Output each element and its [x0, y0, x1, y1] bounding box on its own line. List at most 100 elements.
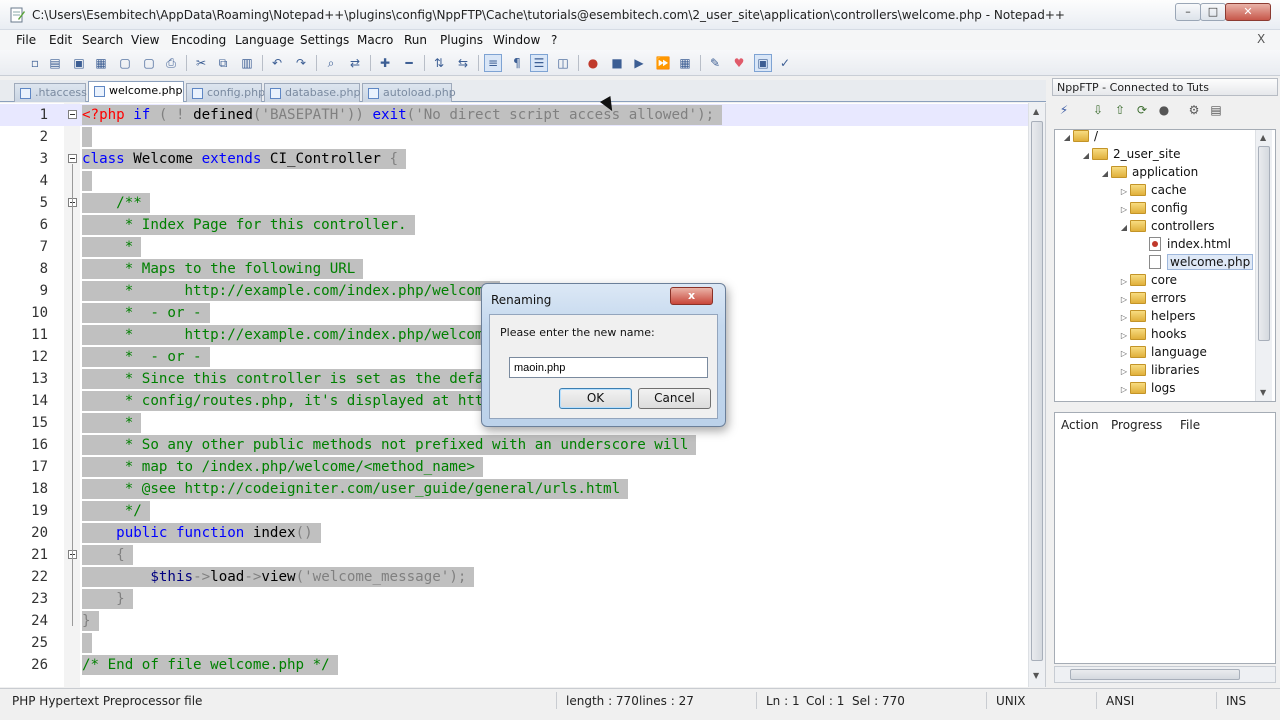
code-line[interactable]: 23 } [0, 588, 1030, 610]
zoom-in-icon[interactable]: ✚ [376, 54, 394, 72]
code-line[interactable]: 3 class Welcome extends CI_Controller { [0, 148, 1030, 170]
undo-icon[interactable]: ↶ [268, 54, 286, 72]
editor-vertical-scrollbar[interactable]: ▲ ▼ [1028, 103, 1045, 687]
queue-header-progress[interactable]: Progress [1111, 418, 1162, 432]
tree-item[interactable]: ▷ language [1118, 343, 1207, 361]
indent-guide-icon[interactable]: ☰ [530, 54, 548, 72]
tree-item[interactable]: ▷ logs [1118, 379, 1176, 397]
code-line[interactable]: 16 * So any other public methods not pre… [0, 434, 1030, 456]
close-document-icon[interactable]: X [1257, 32, 1265, 46]
code-line[interactable]: 21 { [0, 544, 1030, 566]
scroll-down-icon[interactable]: ▼ [1033, 671, 1039, 680]
menu-edit[interactable]: Edit [49, 33, 72, 47]
menu-file[interactable]: File [16, 33, 36, 47]
menu-language[interactable]: Language [235, 33, 294, 47]
tab-autoload-php[interactable]: autoload.php [362, 83, 456, 102]
plugin-icon[interactable]: ✎ [706, 54, 724, 72]
code-line[interactable]: 17 * map to /index.php/welcome/<method_n… [0, 456, 1030, 478]
fold-toggle-icon[interactable] [68, 110, 77, 119]
tree-item[interactable]: ◢ application [1099, 163, 1198, 181]
copy-icon[interactable]: ⧉ [214, 54, 232, 72]
menu-macro[interactable]: Macro [357, 33, 393, 47]
code-line[interactable]: 19 */ [0, 500, 1030, 522]
expanded-arrow-icon[interactable]: ◢ [1061, 130, 1073, 147]
doc-map-icon[interactable]: ◫ [554, 54, 572, 72]
tree-item[interactable]: ▷ core [1118, 271, 1177, 289]
tree-item[interactable]: ◢ controllers [1118, 217, 1215, 235]
new-file-icon[interactable]: ▫ [26, 54, 44, 72]
code-line[interactable]: 22 $this->load->view('welcome_message'); [0, 566, 1030, 588]
code-line[interactable]: 2 [0, 126, 1030, 148]
tree-item[interactable]: ▷ helpers [1118, 307, 1196, 325]
tree-item[interactable]: ▷ cache [1118, 181, 1187, 199]
record-macro-icon[interactable]: ● [584, 54, 602, 72]
cancel-button[interactable]: Cancel [638, 388, 711, 409]
menu-settings[interactable]: Settings [300, 33, 349, 47]
code-line[interactable]: 1 <?php if ( ! defined('BASEPATH')) exit(… [0, 104, 1030, 126]
menu-encoding[interactable]: Encoding [171, 33, 226, 47]
expanded-arrow-icon[interactable]: ◢ [1080, 147, 1092, 165]
expanded-arrow-icon[interactable]: ◢ [1099, 165, 1111, 183]
tree-item[interactable]: ◢ / [1061, 130, 1098, 147]
new-name-input[interactable] [509, 357, 708, 378]
zoom-out-icon[interactable]: ━ [400, 54, 418, 72]
tab-database-php[interactable]: database.php [264, 83, 360, 102]
scroll-up-icon[interactable]: ▲ [1260, 133, 1266, 142]
scroll-up-icon[interactable]: ▲ [1033, 107, 1039, 116]
tab-htaccess[interactable]: .htaccess [14, 83, 87, 102]
menu-view[interactable]: View [131, 33, 159, 47]
heart-icon[interactable]: ♥ [730, 54, 748, 72]
queue-header-action[interactable]: Action [1061, 418, 1099, 432]
expanded-arrow-icon[interactable]: ◢ [1118, 219, 1130, 237]
code-line[interactable]: 7 * [0, 236, 1030, 258]
scroll-down-icon[interactable]: ▼ [1260, 388, 1266, 397]
queue-header-file[interactable]: File [1180, 418, 1200, 432]
collapsed-arrow-icon[interactable]: ▷ [1118, 381, 1130, 399]
open-file-icon[interactable]: ▤ [46, 54, 64, 72]
close-file-icon[interactable]: ▢ [116, 54, 134, 72]
scrollbar-thumb[interactable] [1070, 669, 1240, 680]
settings-gear-icon[interactable]: ⚙ [1186, 102, 1202, 118]
tree-item[interactable]: welcome.php [1137, 253, 1254, 271]
ok-button[interactable]: OK [559, 388, 632, 409]
sync-vertical-icon[interactable]: ⇅ [430, 54, 448, 72]
code-line[interactable]: 18 * @see http://codeigniter.com/user_gu… [0, 478, 1030, 500]
replace-icon[interactable]: ⇄ [346, 54, 364, 72]
minimize-button[interactable]: – [1175, 3, 1201, 21]
save-all-icon[interactable]: ▦ [92, 54, 110, 72]
menu-search[interactable]: Search [82, 33, 123, 47]
maximize-button[interactable]: □ [1200, 3, 1226, 21]
ftp-panel-icon[interactable]: ▣ [754, 54, 772, 72]
connect-icon[interactable]: ⚡ [1056, 102, 1072, 118]
menu-window[interactable]: Window [493, 33, 540, 47]
save-macro-icon[interactable]: ▦ [676, 54, 694, 72]
show-all-chars-icon[interactable]: ¶ [508, 54, 526, 72]
sync-horizontal-icon[interactable]: ⇆ [454, 54, 472, 72]
find-icon[interactable]: ⌕ [322, 54, 340, 72]
print-icon[interactable]: ⎙ [162, 54, 180, 72]
code-line[interactable]: 20 public function index() [0, 522, 1030, 544]
tree-item[interactable]: index.html [1137, 235, 1231, 253]
download-icon[interactable]: ⇩ [1090, 102, 1106, 118]
paste-icon[interactable]: ▥ [238, 54, 256, 72]
ftp-file-tree[interactable]: ▲ ▼ ◢ / ◢ 2_user_site ◢ application ▷ cache ▷ con… [1054, 129, 1276, 402]
close-all-icon[interactable]: ▢ [140, 54, 158, 72]
code-line[interactable]: 6 * Index Page for this controller. [0, 214, 1030, 236]
run-macro-multiple-icon[interactable]: ⏩ [654, 54, 672, 72]
tree-item[interactable]: ▷ config [1118, 199, 1188, 217]
play-macro-icon[interactable]: ▶ [630, 54, 648, 72]
code-line[interactable]: 24} [0, 610, 1030, 632]
tree-item[interactable]: ▷ libraries [1118, 361, 1200, 379]
upload-icon[interactable]: ⇧ [1112, 102, 1128, 118]
redo-icon[interactable]: ↷ [292, 54, 310, 72]
dialog-close-button[interactable]: x [670, 287, 713, 305]
code-line[interactable]: 25 [0, 632, 1030, 654]
code-line[interactable]: 8 * Maps to the following URL [0, 258, 1030, 280]
tree-vertical-scrollbar[interactable]: ▲ ▼ [1255, 130, 1272, 401]
scrollbar-thumb[interactable] [1258, 146, 1270, 341]
save-icon[interactable]: ▣ [70, 54, 88, 72]
menu-run[interactable]: Run [404, 33, 427, 47]
queue-horizontal-scrollbar[interactable] [1054, 666, 1276, 683]
scrollbar-thumb[interactable] [1031, 121, 1043, 661]
refresh-icon[interactable]: ⟳ [1134, 102, 1150, 118]
